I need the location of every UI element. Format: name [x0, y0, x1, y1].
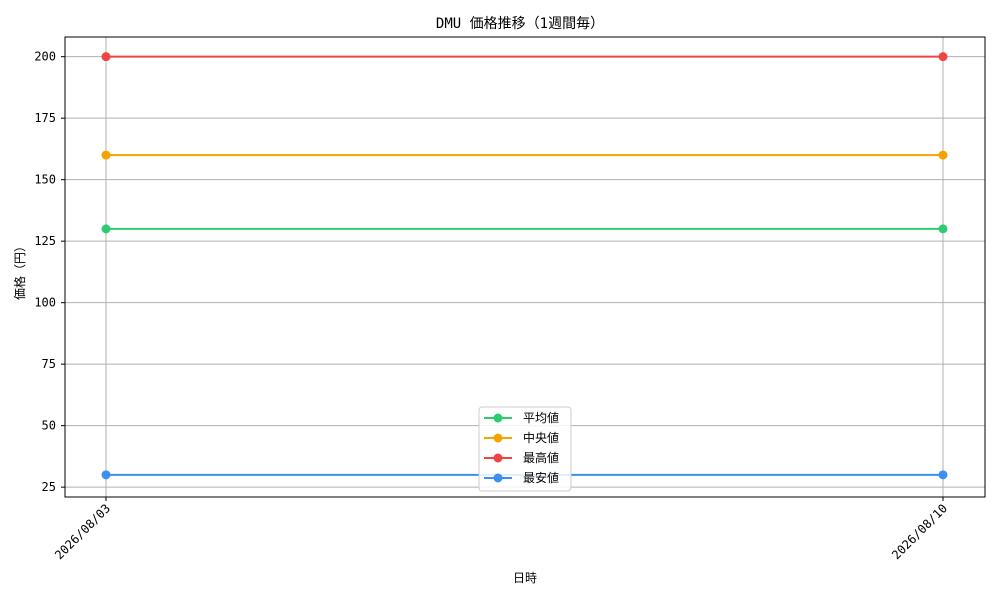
x-tick-label: 2026/08/10	[889, 501, 950, 562]
y-tick-label: 200	[34, 50, 56, 64]
data-point	[101, 470, 111, 480]
y-tick-label: 50	[42, 419, 56, 433]
data-point	[101, 224, 111, 234]
legend-marker	[493, 473, 503, 483]
y-tick-label: 25	[42, 480, 56, 494]
data-point	[101, 52, 111, 62]
legend-marker	[493, 453, 503, 463]
legend-label: 中央値	[523, 430, 559, 445]
data-point	[938, 470, 948, 480]
x-axis-label: 日時	[513, 571, 537, 585]
price-chart: DMU 価格推移（1週間毎） 25 50 75 100 125 150 175 200 2026…	[12, 16, 986, 585]
y-tick-label: 125	[34, 234, 56, 248]
legend-label: 平均値	[523, 410, 559, 425]
data-point	[938, 224, 948, 234]
legend-marker	[493, 413, 503, 423]
y-tick-label: 75	[42, 357, 56, 371]
chart-title: DMU 価格推移（1週間毎）	[436, 16, 604, 32]
y-axis-label: 価格（円）	[12, 240, 27, 300]
y-tick-label: 100	[34, 296, 56, 310]
legend-marker	[493, 433, 503, 443]
x-tick-label: 2026/08/03	[52, 501, 113, 562]
data-point	[938, 52, 948, 62]
data-point	[101, 150, 111, 160]
y-tick-label: 175	[34, 111, 56, 125]
legend-label: 最高値	[523, 450, 559, 465]
legend: 平均値中央値最高値最安値	[478, 406, 572, 492]
y-tick-label: 150	[34, 173, 56, 187]
legend-label: 最安値	[523, 470, 559, 485]
data-point	[938, 150, 948, 160]
